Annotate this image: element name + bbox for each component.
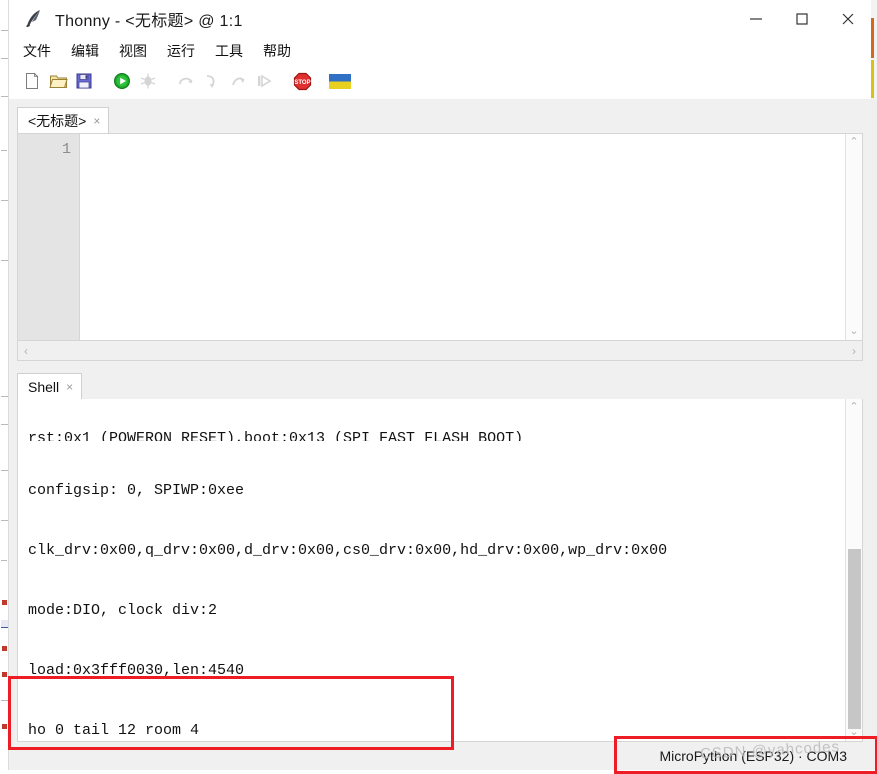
shell-tab-label: Shell xyxy=(28,378,60,395)
scrollbar-thumb[interactable] xyxy=(848,549,861,729)
maximize-button[interactable] xyxy=(779,0,825,38)
shell-line: configsip: 0, SPIWP:0xee xyxy=(28,482,245,499)
menu-file[interactable]: 文件 xyxy=(21,39,53,63)
scroll-right-icon[interactable]: › xyxy=(852,344,856,358)
shell-notebook: Shell × rst:0x1 (POWERON_RESET),boot:0x1… xyxy=(17,373,863,742)
new-file-icon[interactable] xyxy=(21,70,43,92)
debug-icon xyxy=(137,70,159,92)
shell-line: rst:0x1 (POWERON_RESET),boot:0x13 (SPI_F… xyxy=(28,430,524,441)
menu-view[interactable]: 视图 xyxy=(117,39,149,63)
thonny-window: Thonny - <无标题> @ 1:1 文件 编辑 视图 运行 工具 帮助 S… xyxy=(8,0,871,770)
shell-tab-bar: Shell × xyxy=(17,373,863,399)
close-icon[interactable]: × xyxy=(93,114,100,128)
resume-icon xyxy=(253,70,275,92)
step-over-icon xyxy=(175,70,197,92)
menu-bar: 文件 编辑 视图 运行 工具 帮助 xyxy=(9,38,871,64)
editor-body: 1 ⌃ ⌄ xyxy=(17,133,863,341)
shell-line: clk_drv:0x00,q_drv:0x00,d_drv:0x00,cs0_d… xyxy=(28,542,668,559)
editor-tab-bar: <无标题> × xyxy=(17,107,863,133)
save-file-icon[interactable] xyxy=(73,70,95,92)
menu-tools[interactable]: 工具 xyxy=(213,39,245,63)
interpreter-status[interactable]: MicroPython (ESP32) · COM3 xyxy=(649,746,857,766)
shell-line: mode:DIO, clock div:2 xyxy=(28,602,218,619)
window-controls xyxy=(733,0,871,38)
scroll-left-icon[interactable]: ‹ xyxy=(24,344,28,358)
shell-tab[interactable]: Shell × xyxy=(17,373,83,399)
svg-text:STOP: STOP xyxy=(294,80,310,86)
title-bar: Thonny - <无标题> @ 1:1 xyxy=(9,0,871,38)
editor-horizontal-scrollbar[interactable]: ‹ › xyxy=(17,341,863,361)
menu-edit[interactable]: 编辑 xyxy=(69,39,101,63)
menu-run[interactable]: 运行 xyxy=(165,39,197,63)
feather-icon xyxy=(21,6,47,32)
editor-tab-untitled[interactable]: <无标题> × xyxy=(17,107,110,133)
menu-help[interactable]: 帮助 xyxy=(261,39,293,63)
minimize-button[interactable] xyxy=(733,0,779,38)
scroll-up-icon[interactable]: ⌃ xyxy=(849,137,858,148)
code-editor-area[interactable] xyxy=(80,134,845,340)
shell-line: ho 0 tail 12 room 4 xyxy=(28,722,200,739)
window-title: Thonny - <无标题> @ 1:1 xyxy=(55,13,243,30)
step-into-icon xyxy=(201,70,223,92)
toolbar: STOP xyxy=(9,64,871,99)
ukraine-flag-icon[interactable] xyxy=(329,70,351,92)
open-file-icon[interactable] xyxy=(47,70,69,92)
scroll-down-icon[interactable]: ⌄ xyxy=(849,326,858,337)
shell-body: rst:0x1 (POWERON_RESET),boot:0x13 (SPI_F… xyxy=(17,399,863,742)
step-out-icon xyxy=(227,70,249,92)
line-number-gutter: 1 xyxy=(18,134,80,340)
run-icon[interactable] xyxy=(111,70,133,92)
shell-output[interactable]: rst:0x1 (POWERON_RESET),boot:0x13 (SPI_F… xyxy=(18,399,845,741)
status-bar: MicroPython (ESP32) · COM3 xyxy=(9,742,871,770)
scroll-up-icon[interactable]: ⌃ xyxy=(849,402,858,413)
editor-notebook: <无标题> × 1 ⌃ ⌄ ‹ › xyxy=(17,107,863,361)
close-button[interactable] xyxy=(825,0,871,38)
editor-vertical-scrollbar[interactable]: ⌃ ⌄ xyxy=(845,134,862,340)
shell-vertical-scrollbar[interactable]: ⌃ ⌄ xyxy=(845,399,862,741)
line-number: 1 xyxy=(61,141,71,158)
shell-line: load:0x3fff0030,len:4540 xyxy=(28,662,245,679)
editor-tab-label: <无标题> xyxy=(28,112,87,129)
stop-icon[interactable]: STOP xyxy=(291,70,313,92)
close-icon[interactable]: × xyxy=(66,380,73,394)
